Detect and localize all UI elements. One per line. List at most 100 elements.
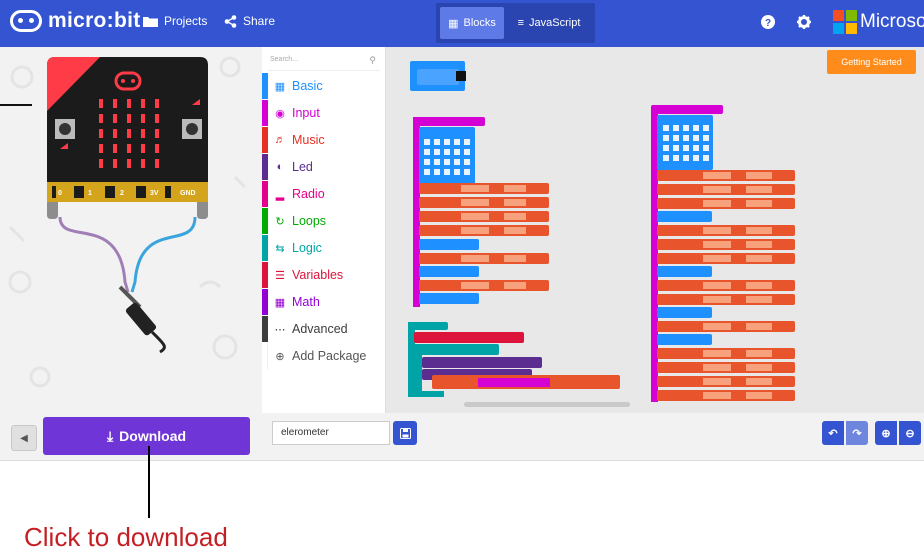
category-color-bar xyxy=(262,262,268,288)
save-button[interactable] xyxy=(393,421,417,445)
category-music[interactable]: ♬ Music xyxy=(262,127,386,153)
microsoft-logo-icon xyxy=(833,10,857,34)
category-color-bar xyxy=(262,154,268,180)
zoom-out-button[interactable]: ⊖ xyxy=(899,421,921,445)
category-input[interactable]: ◉ Input xyxy=(262,100,386,126)
microbit-simulator[interactable]: 0 1 2 3V GND xyxy=(0,47,262,413)
microsoft-brand-text: Microsoft xyxy=(860,11,924,32)
collapse-simulator-button[interactable]: ◀ xyxy=(11,425,37,451)
refresh-icon: ↻ xyxy=(275,215,285,228)
editor-mode-switch: ▦ Blocks ≡ JavaScript xyxy=(436,3,595,43)
block-program-canvas[interactable] xyxy=(386,47,924,413)
calculator-icon: ▦ xyxy=(274,296,286,309)
zoom-out-icon: ⊖ xyxy=(905,427,915,440)
gear-icon[interactable] xyxy=(796,14,812,30)
category-color-bar xyxy=(262,208,268,234)
category-color-bar xyxy=(262,289,268,315)
undo-button[interactable]: ↶ xyxy=(822,421,844,445)
category-label: Variables xyxy=(292,268,344,282)
category-label: Radio xyxy=(292,187,325,201)
category-math[interactable]: ▦ Math xyxy=(262,289,386,315)
simulator-panel: 0 1 2 3V GND xyxy=(0,47,262,413)
category-label: Loops xyxy=(292,214,327,228)
redo-button[interactable]: ↷ xyxy=(846,421,868,445)
project-name-input[interactable]: elerometer xyxy=(272,421,390,445)
category-led[interactable]: ◐ Led xyxy=(262,154,386,180)
category-color-bar xyxy=(262,316,268,342)
shuffle-icon: ⇆ xyxy=(275,242,285,255)
annotation-arrow-line xyxy=(148,446,150,518)
help-icon[interactable]: ? xyxy=(760,14,776,30)
headphones-icon: ♬ xyxy=(274,134,286,146)
folder-icon xyxy=(143,17,158,27)
microbit-logo[interactable]: micro:bit xyxy=(10,9,141,33)
category-label: Input xyxy=(292,106,320,120)
category-label: Advanced xyxy=(292,322,348,336)
grid-icon: ▦ xyxy=(274,80,286,93)
blocks-tab[interactable]: ▦ Blocks xyxy=(440,7,504,39)
microbit-icon xyxy=(10,10,42,32)
projects-label: Projects xyxy=(164,14,208,28)
annotation-text: Click to download xyxy=(24,522,228,552)
svg-text:?: ? xyxy=(765,18,771,29)
logo-text: micro:bit xyxy=(48,9,141,32)
floppy-disk-icon xyxy=(399,427,411,439)
block-toolbox: Search... ⚲ ▦ Basic ◉ Input ♬ Music ◐ Le… xyxy=(262,47,386,413)
bottom-toolbar: ◀ ⤓ Download elerometer ↶ ↷ ⊕ ⊖ xyxy=(0,413,924,461)
projects-button[interactable]: Projects xyxy=(143,14,207,28)
app-root: micro:bit Projects Share ▦ Blocks ≡ Java… xyxy=(0,0,924,559)
download-icon: ⤓ xyxy=(106,427,114,444)
javascript-label: JavaScript xyxy=(529,17,581,29)
plus-circle-icon: ⊕ xyxy=(275,350,285,363)
undo-icon: ↶ xyxy=(828,427,838,440)
category-radio[interactable]: ▂ Radio xyxy=(262,181,386,207)
svg-text:0: 0 xyxy=(58,190,62,197)
on-start-block xyxy=(410,61,466,91)
puzzle-icon: ▦ xyxy=(448,17,459,30)
redo-icon: ↷ xyxy=(852,427,862,440)
category-color-bar xyxy=(262,127,268,153)
collapse-icon: ◀ xyxy=(20,432,28,444)
category-color-bar xyxy=(262,235,268,261)
category-color-bar xyxy=(262,73,268,99)
category-color-bar xyxy=(262,100,268,126)
code-icon: ≡ xyxy=(517,17,525,29)
on-button-pressed-block xyxy=(413,117,549,307)
blocks-label: Blocks xyxy=(463,17,496,29)
signal-icon: ▂ xyxy=(275,188,285,201)
download-button[interactable]: ⤓ Download xyxy=(43,417,250,455)
share-button[interactable]: Share xyxy=(224,14,275,28)
category-basic[interactable]: ▦ Basic xyxy=(262,73,386,99)
category-label: Basic xyxy=(292,79,323,93)
category-add-package[interactable]: ⊕ Add Package xyxy=(262,343,386,369)
project-name-value: elerometer xyxy=(281,427,329,438)
svg-text:GND: GND xyxy=(180,190,196,197)
category-variables[interactable]: ☰ Variables xyxy=(262,262,386,288)
forever-block xyxy=(408,322,620,397)
on-button-b-pressed-block xyxy=(651,105,795,402)
toolbox-search-input[interactable]: Search... ⚲ xyxy=(268,53,380,71)
category-label: Add Package xyxy=(292,349,367,363)
svg-text:1: 1 xyxy=(88,190,92,197)
javascript-tab[interactable]: ≡ JavaScript xyxy=(508,7,590,39)
category-logic[interactable]: ⇆ Logic xyxy=(262,235,386,261)
category-loops[interactable]: ↻ Loops xyxy=(262,208,386,234)
list-icon: ☰ xyxy=(275,269,285,282)
category-label: Led xyxy=(292,160,313,174)
target-icon: ◉ xyxy=(275,107,285,120)
share-label: Share xyxy=(243,14,276,28)
category-label: Logic xyxy=(292,241,322,255)
zoom-in-button[interactable]: ⊕ xyxy=(875,421,897,445)
category-label: Math xyxy=(292,295,320,309)
share-icon xyxy=(224,14,237,28)
toggle-icon: ◐ xyxy=(276,161,284,173)
blocks-workspace[interactable]: Getting Started xyxy=(386,47,924,413)
category-color-bar xyxy=(262,181,268,207)
category-color-bar xyxy=(262,343,268,369)
category-advanced[interactable]: ⋯ Advanced xyxy=(262,316,386,342)
workspace-horizontal-scrollbar[interactable] xyxy=(464,402,630,407)
category-label: Music xyxy=(292,133,325,147)
svg-text:2: 2 xyxy=(120,190,124,197)
top-header: micro:bit Projects Share ▦ Blocks ≡ Java… xyxy=(0,0,924,47)
download-label: Download xyxy=(119,428,187,444)
